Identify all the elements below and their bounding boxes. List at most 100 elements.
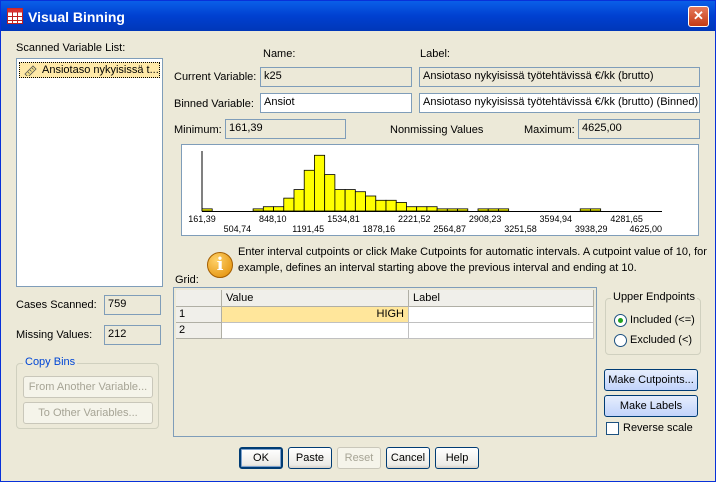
excluded-radio[interactable] <box>614 334 627 347</box>
histogram-tick-label: 4625,00 <box>629 224 662 234</box>
included-radio[interactable] <box>614 314 627 327</box>
row-header[interactable]: 2 <box>176 323 222 339</box>
histogram-bar <box>436 208 448 212</box>
histogram-tick-label: 3938,29 <box>575 224 608 234</box>
ok-button[interactable]: OK <box>239 447 283 469</box>
histogram-bar <box>477 208 489 212</box>
scanned-variable-list-label: Scanned Variable List: <box>16 42 126 54</box>
reset-button[interactable]: Reset <box>337 447 381 469</box>
row-header[interactable]: 1 <box>176 307 222 323</box>
histogram-bar <box>262 206 274 212</box>
histogram-bar <box>487 208 499 212</box>
histogram-bar <box>324 174 336 212</box>
minimum-value: 161,39 <box>225 119 346 139</box>
histogram-bar <box>334 189 346 212</box>
missing-values-value: 212 <box>104 325 161 345</box>
list-item[interactable]: Ansiotaso nykyisissä t... <box>19 62 160 78</box>
binned-variable-label-input[interactable]: Ansiotaso nykyisissä työtehtävissä €/kk … <box>419 93 700 113</box>
cancel-button[interactable]: Cancel <box>386 447 430 469</box>
included-radio-label[interactable]: Included (<=) <box>630 314 695 326</box>
histogram-bar <box>426 206 438 212</box>
histogram-tick-label: 3594,94 <box>540 214 573 224</box>
binned-variable-name-input[interactable]: Ansiot <box>260 93 412 113</box>
minimum-label: Minimum: <box>174 124 222 136</box>
missing-values-label: Missing Values: <box>16 329 93 341</box>
histogram-tick-label: 504,74 <box>224 224 252 234</box>
histogram-bar <box>395 202 407 212</box>
visual-binning-dialog: Visual Binning ✕ Scanned Variable List: … <box>0 0 716 482</box>
histogram-bar <box>365 195 377 212</box>
histogram-bar <box>375 199 387 212</box>
current-variable-name-field: k25 <box>260 67 412 87</box>
histogram-bar <box>498 208 510 212</box>
histogram-bar <box>283 197 295 212</box>
histogram-bar <box>406 206 418 212</box>
histogram-bar <box>273 206 285 212</box>
maximum-label: Maximum: <box>524 124 575 136</box>
grid-cell-label[interactable] <box>409 307 594 323</box>
histogram-bar <box>344 189 356 212</box>
cases-scanned-label: Cases Scanned: <box>16 299 97 311</box>
histogram-tick-label: 2908,23 <box>469 214 502 224</box>
copy-bins-title: Copy Bins <box>23 356 78 368</box>
grid-header-label[interactable]: Label <box>409 290 594 307</box>
histogram-tick-label: 3251,58 <box>504 224 537 234</box>
histogram-bar <box>385 199 397 212</box>
current-variable-label: Current Variable: <box>174 71 257 83</box>
title-bar[interactable]: Visual Binning ✕ <box>1 1 715 31</box>
histogram-bar <box>446 208 458 212</box>
histogram-bar <box>590 208 602 212</box>
histogram-panel: 161,39 504,74 848,10 1191,45 1534,81 1878,16 2… <box>181 144 699 236</box>
histogram-bar <box>314 154 326 212</box>
histogram-bar <box>293 189 305 212</box>
paste-button[interactable]: Paste <box>288 447 332 469</box>
binned-variable-label: Binned Variable: <box>174 98 254 110</box>
info-text: Enter interval cutpoints or click Make C… <box>238 246 707 274</box>
close-icon: ✕ <box>693 8 704 23</box>
grid-label: Grid: <box>175 274 199 286</box>
histogram-tick-label: 161,39 <box>188 214 216 224</box>
histogram-bar <box>354 191 366 212</box>
scanned-variable-list[interactable]: Ansiotaso nykyisissä t... <box>16 58 163 287</box>
histogram-tick-label: 1878,16 <box>363 224 396 234</box>
histogram-bar <box>201 208 213 212</box>
histogram-tick-label: 1534,81 <box>327 214 360 224</box>
upper-endpoints-title: Upper Endpoints <box>611 291 697 303</box>
reverse-scale-label[interactable]: Reverse scale <box>623 422 693 434</box>
histogram-chart: 161,39504,74848,101191,451534,811878,162… <box>188 151 662 234</box>
spreadsheet-app-icon <box>7 8 23 24</box>
cutpoint-grid: Value Label 1 HIGH 2 <box>173 287 597 437</box>
excluded-radio-label[interactable]: Excluded (<) <box>630 334 692 346</box>
name-column-label: Name: <box>263 48 296 60</box>
histogram-tick-label: 4281,65 <box>610 214 643 224</box>
close-button[interactable]: ✕ <box>688 6 709 27</box>
histogram-tick-label: 1191,45 <box>292 224 324 234</box>
histogram-bar <box>457 208 469 212</box>
from-another-variable-button[interactable]: From Another Variable... <box>23 376 153 398</box>
histogram-tick-label: 848,10 <box>259 214 287 224</box>
make-cutpoints-button[interactable]: Make Cutpoints... <box>604 369 698 391</box>
histogram-bar <box>303 169 315 212</box>
histogram-bar <box>579 208 591 212</box>
info-icon: i <box>207 252 233 278</box>
grid-cell-label[interactable] <box>409 323 594 339</box>
maximum-value: 4625,00 <box>578 119 700 139</box>
nonmissing-values-label: Nonmissing Values <box>390 124 484 136</box>
grid-cell-value[interactable] <box>222 323 409 339</box>
make-labels-button[interactable]: Make Labels <box>604 395 698 417</box>
current-variable-label-field: Ansiotaso nykyisissä työtehtävissä €/kk … <box>419 67 700 87</box>
grid-cell-value[interactable]: HIGH <box>222 307 409 323</box>
window-title: Visual Binning <box>28 9 125 25</box>
scale-ruler-icon <box>24 65 37 76</box>
histogram-tick-label: 2221,52 <box>398 214 431 224</box>
label-column-label: Label: <box>420 48 450 60</box>
histogram-tick-label: 2564,87 <box>433 224 466 234</box>
reverse-scale-checkbox[interactable] <box>606 422 619 435</box>
to-other-variables-button[interactable]: To Other Variables... <box>23 402 153 424</box>
list-item-label: Ansiotaso nykyisissä t... <box>42 64 159 76</box>
grid-corner <box>176 290 222 307</box>
histogram-bar <box>252 208 264 212</box>
cases-scanned-value: 759 <box>104 295 161 315</box>
help-button[interactable]: Help <box>435 447 479 469</box>
grid-header-value[interactable]: Value <box>222 290 409 307</box>
